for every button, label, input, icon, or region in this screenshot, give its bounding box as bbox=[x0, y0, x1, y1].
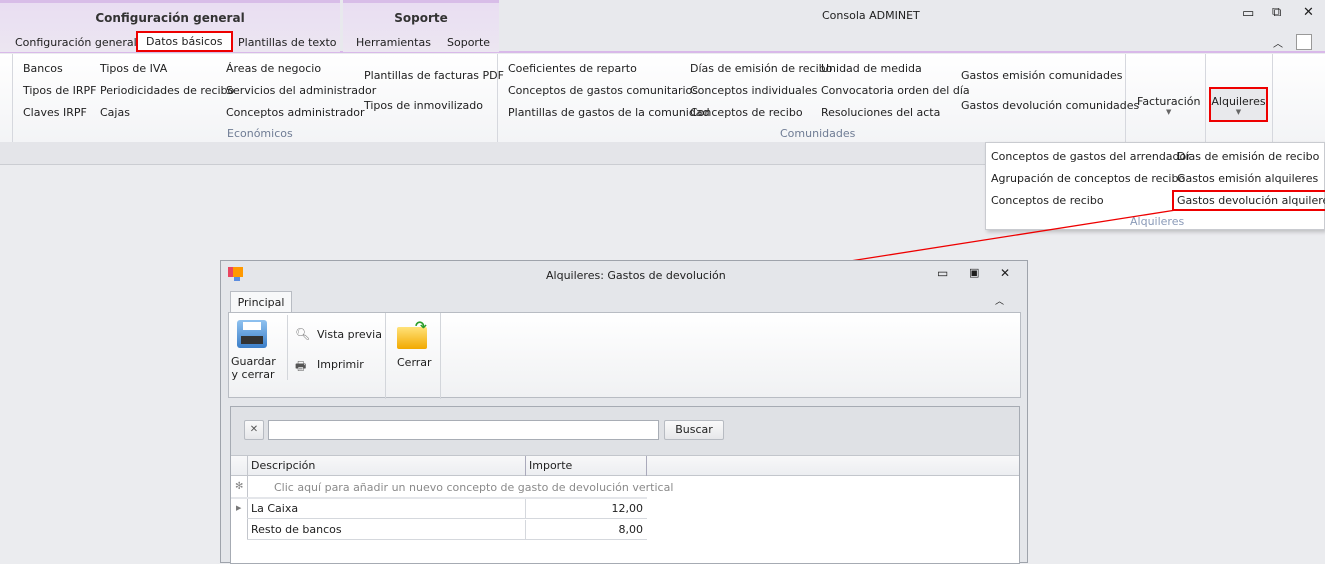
print-icon: 🖶 bbox=[295, 359, 307, 373]
new-row-icon: ✻ bbox=[235, 481, 244, 492]
clear-search-button[interactable]: ✕ bbox=[244, 420, 264, 440]
save-close-button[interactable]: Guardar y cerrar bbox=[231, 355, 276, 381]
column-header-importe[interactable]: Importe bbox=[529, 459, 572, 472]
save-icon bbox=[237, 320, 267, 348]
cell-descripcion[interactable]: La Caixa bbox=[251, 502, 298, 515]
close-dialog-button[interactable]: Cerrar bbox=[397, 356, 432, 369]
table-row[interactable]: Resto de bancos 8,00 bbox=[247, 520, 647, 540]
green-arrow-icon: ↷ bbox=[415, 319, 427, 335]
dialog-gastos-devolucion: Alquileres: Gastos de devolución ▭ ▣ ✕ ︿… bbox=[220, 260, 1028, 564]
column-header-descripcion[interactable]: Descripción bbox=[251, 459, 315, 472]
cell-importe[interactable]: 8,00 bbox=[619, 523, 644, 536]
dialog-close-button[interactable]: ✕ bbox=[1000, 266, 1010, 280]
dialog-ribbon: Guardar y cerrar 🔍︎ Vista previa 🖶 Impri… bbox=[228, 312, 1021, 399]
dialog-title: Alquileres: Gastos de devolución bbox=[546, 269, 726, 282]
print-button[interactable]: Imprimir bbox=[317, 358, 364, 371]
search-input[interactable] bbox=[268, 420, 659, 440]
table-row[interactable]: La Caixa 12,00 bbox=[247, 499, 647, 519]
tab-principal[interactable]: Principal bbox=[230, 291, 292, 313]
preview-icon: 🔍︎ bbox=[295, 327, 311, 341]
dialog-minimize-button[interactable]: ▭ bbox=[937, 266, 948, 280]
new-row-hint[interactable]: Clic aquí para añadir un nuevo concepto … bbox=[274, 481, 673, 494]
preview-button[interactable]: Vista previa bbox=[317, 328, 382, 341]
grid-panel: ✕ Buscar Descripción Importe ✻ Clic aquí… bbox=[230, 406, 1020, 564]
search-button[interactable]: Buscar bbox=[664, 420, 724, 440]
row-indicator-icon: ▶ bbox=[236, 504, 242, 512]
cell-descripcion[interactable]: Resto de bancos bbox=[251, 523, 342, 536]
collapse-ribbon-icon[interactable]: ︿ bbox=[995, 294, 1004, 307]
dialog-maximize-button[interactable]: ▣ bbox=[969, 266, 979, 279]
cell-importe[interactable]: 12,00 bbox=[612, 502, 644, 515]
